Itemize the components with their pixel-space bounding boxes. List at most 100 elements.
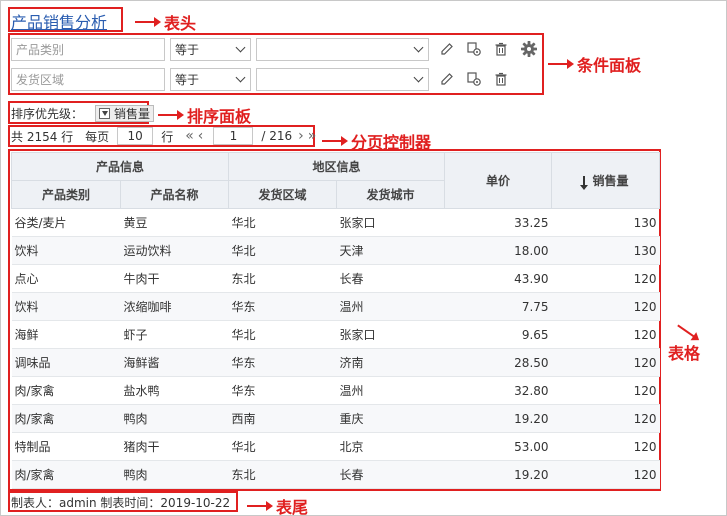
table-cell: 猪肉干 <box>120 432 229 461</box>
table-cell: 9.65 <box>444 320 552 349</box>
copy-gear-icon[interactable] <box>465 40 483 58</box>
table-cell: 华东 <box>228 376 337 405</box>
callout-condition-label: 条件面板 <box>577 56 642 75</box>
table-cell: 120 <box>551 264 660 293</box>
condition-field-input[interactable]: 发货区域 <box>11 67 165 91</box>
callout-table: 表格 <box>668 324 700 364</box>
pencil-icon[interactable] <box>438 40 456 58</box>
table-row[interactable]: 肉/家禽 盐水鸭 华东 温州 32.80 120 <box>11 376 660 405</box>
table-row[interactable]: 点心 牛肉干 东北 长春 43.90 120 <box>11 264 660 293</box>
operator-value: 等于 <box>175 72 200 87</box>
table-cell: 130 <box>551 208 660 237</box>
table-cell: 华北 <box>228 432 337 461</box>
table-row[interactable]: 饮料 浓缩咖啡 华东 温州 7.75 120 <box>11 292 660 321</box>
condition-field-input[interactable]: 产品类别 <box>11 37 165 61</box>
table-cell: 饮料 <box>11 236 121 265</box>
callout-footer: 表尾 <box>247 494 308 516</box>
table-cell: 黄豆 <box>120 208 229 237</box>
table-cell: 长春 <box>336 264 445 293</box>
table-cell: 华东 <box>228 348 337 377</box>
chevron-down-icon <box>413 72 424 82</box>
table-cell: 鸭肉 <box>120 460 229 489</box>
table-cell: 43.90 <box>444 264 552 293</box>
header-sales[interactable]: 销售量 <box>551 152 661 209</box>
table-row[interactable]: 谷类/麦片 黄豆 华北 张家口 33.25 130 <box>11 208 660 237</box>
total-rows: 共 2154 行 <box>11 129 74 144</box>
table-cell: 盐水鸭 <box>120 376 229 405</box>
condition-row: 产品类别 等于 <box>11 37 510 61</box>
table-row[interactable]: 肉/家禽 鸭肉 西南 重庆 19.20 120 <box>11 404 660 433</box>
total-pages: / 216 <box>261 129 293 143</box>
table-cell: 53.00 <box>444 432 552 461</box>
table-cell: 120 <box>551 348 660 377</box>
sort-panel: 排序优先级： 销售量 <box>11 104 155 122</box>
header-ship-region[interactable]: 发货区域 <box>228 180 338 209</box>
group-header-product: 产品信息 <box>10 152 230 181</box>
condition-value-select[interactable] <box>256 37 429 61</box>
arrow-icon <box>135 17 161 27</box>
per-page-input[interactable]: 10 <box>117 127 154 145</box>
table-cell: 120 <box>551 292 660 321</box>
trash-icon[interactable] <box>492 40 510 58</box>
prev-page-icon[interactable]: ‹ <box>198 128 204 144</box>
table-cell: 海鲜酱 <box>120 348 229 377</box>
header-unit-price[interactable]: 单价 <box>444 152 553 209</box>
table-cell: 北京 <box>336 432 445 461</box>
page-title[interactable]: 产品销售分析 <box>11 9 107 33</box>
pencil-icon[interactable] <box>438 70 456 88</box>
table-cell: 海鲜 <box>11 320 121 349</box>
table-cell: 肉/家禽 <box>11 460 121 489</box>
table-cell: 温州 <box>336 376 445 405</box>
table-cell: 18.00 <box>444 236 552 265</box>
last-page-icon[interactable]: » <box>308 128 317 144</box>
table-cell: 谷类/麦片 <box>11 208 121 237</box>
sort-desc-icon <box>579 176 588 190</box>
header-ship-city[interactable]: 发货城市 <box>336 180 446 209</box>
header-sales-label: 销售量 <box>592 174 629 188</box>
condition-value-select[interactable] <box>256 67 429 91</box>
table-row[interactable]: 肉/家禽 鸭肉 东北 长春 19.20 120 <box>11 460 660 489</box>
copy-gear-icon[interactable] <box>465 70 483 88</box>
condition-operator-select[interactable]: 等于 <box>170 37 251 61</box>
table-row[interactable]: 海鲜 虾子 华北 张家口 9.65 120 <box>11 320 660 349</box>
table-cell: 西南 <box>228 404 337 433</box>
arrow-icon <box>548 59 574 69</box>
header-product-name[interactable]: 产品名称 <box>119 180 230 209</box>
dropdown-icon <box>99 107 111 119</box>
operator-value: 等于 <box>175 42 200 57</box>
table-cell: 温州 <box>336 292 445 321</box>
condition-operator-select[interactable]: 等于 <box>170 67 251 91</box>
header-category[interactable]: 产品类别 <box>11 180 121 209</box>
arrow-icon <box>247 501 273 511</box>
condition-row: 发货区域 等于 <box>11 67 510 91</box>
table-cell: 饮料 <box>11 292 121 321</box>
table-cell: 120 <box>551 404 660 433</box>
table-cell: 28.50 <box>444 348 552 377</box>
table-cell: 调味品 <box>11 348 121 377</box>
chevron-down-icon <box>235 42 246 52</box>
table-cell: 张家口 <box>336 320 445 349</box>
first-page-icon[interactable]: « <box>185 128 194 144</box>
arrow-icon <box>158 110 184 120</box>
trash-icon[interactable] <box>492 70 510 88</box>
table-row[interactable]: 特制品 猪肉干 华北 北京 53.00 120 <box>11 432 660 461</box>
table-cell: 点心 <box>11 264 121 293</box>
sort-sales-button[interactable]: 销售量 <box>95 104 155 122</box>
table-cell: 120 <box>551 432 660 461</box>
table-row[interactable]: 调味品 海鲜酱 华东 济南 28.50 120 <box>11 348 660 377</box>
table-cell: 天津 <box>336 236 445 265</box>
gear-icon[interactable] <box>520 40 538 58</box>
table-cell: 华北 <box>228 208 337 237</box>
table-cell: 120 <box>551 460 660 489</box>
sort-label: 排序优先级： <box>11 106 84 121</box>
table-cell: 鸭肉 <box>120 404 229 433</box>
table-cell: 7.75 <box>444 292 552 321</box>
next-page-icon[interactable]: › <box>298 128 304 144</box>
table-footer: 制表人：admin 制表时间：2019-10-22 <box>11 496 231 510</box>
table-body: 谷类/麦片 黄豆 华北 张家口 33.25 130 饮料 运动饮料 华北 天津 18.00 130 点心… <box>11 208 660 489</box>
table-cell: 肉/家禽 <box>11 376 121 405</box>
table-cell: 长春 <box>336 460 445 489</box>
callout-sort: 排序面板 <box>158 103 251 127</box>
page-input[interactable]: 1 <box>213 127 254 145</box>
table-row[interactable]: 饮料 运动饮料 华北 天津 18.00 130 <box>11 236 660 265</box>
